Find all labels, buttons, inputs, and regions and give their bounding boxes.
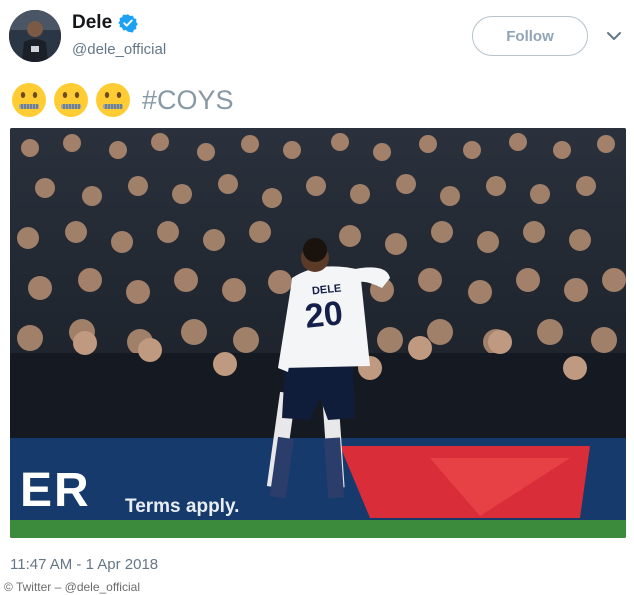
avatar[interactable]: [9, 10, 61, 62]
tweet-card: Dele @dele_official Follow #COYS ER Term…: [0, 0, 634, 595]
ad-board-logo: ER: [20, 464, 91, 517]
jersey-number: 20: [303, 294, 345, 336]
tweet-text: #COYS: [10, 78, 234, 122]
ad-board-text: Terms apply.: [125, 496, 240, 517]
image-credit: © Twitter – @dele_official: [0, 579, 144, 595]
tweet-photo[interactable]: ER Terms apply. DELE 20: [10, 128, 626, 538]
zipper-mouth-face-icon: [10, 81, 48, 119]
verified-badge-icon: [118, 13, 138, 33]
display-name[interactable]: Dele: [72, 12, 112, 34]
tweet-timestamp[interactable]: 11:47 AM - 1 Apr 2018: [10, 556, 158, 573]
chevron-down-icon[interactable]: [606, 28, 622, 44]
zipper-mouth-face-icon: [94, 81, 132, 119]
hashtag-link[interactable]: #COYS: [142, 85, 234, 116]
user-info[interactable]: Dele @dele_official: [72, 12, 166, 58]
user-handle[interactable]: @dele_official: [72, 41, 166, 58]
follow-button[interactable]: Follow: [472, 16, 588, 56]
zipper-mouth-face-icon: [52, 81, 90, 119]
